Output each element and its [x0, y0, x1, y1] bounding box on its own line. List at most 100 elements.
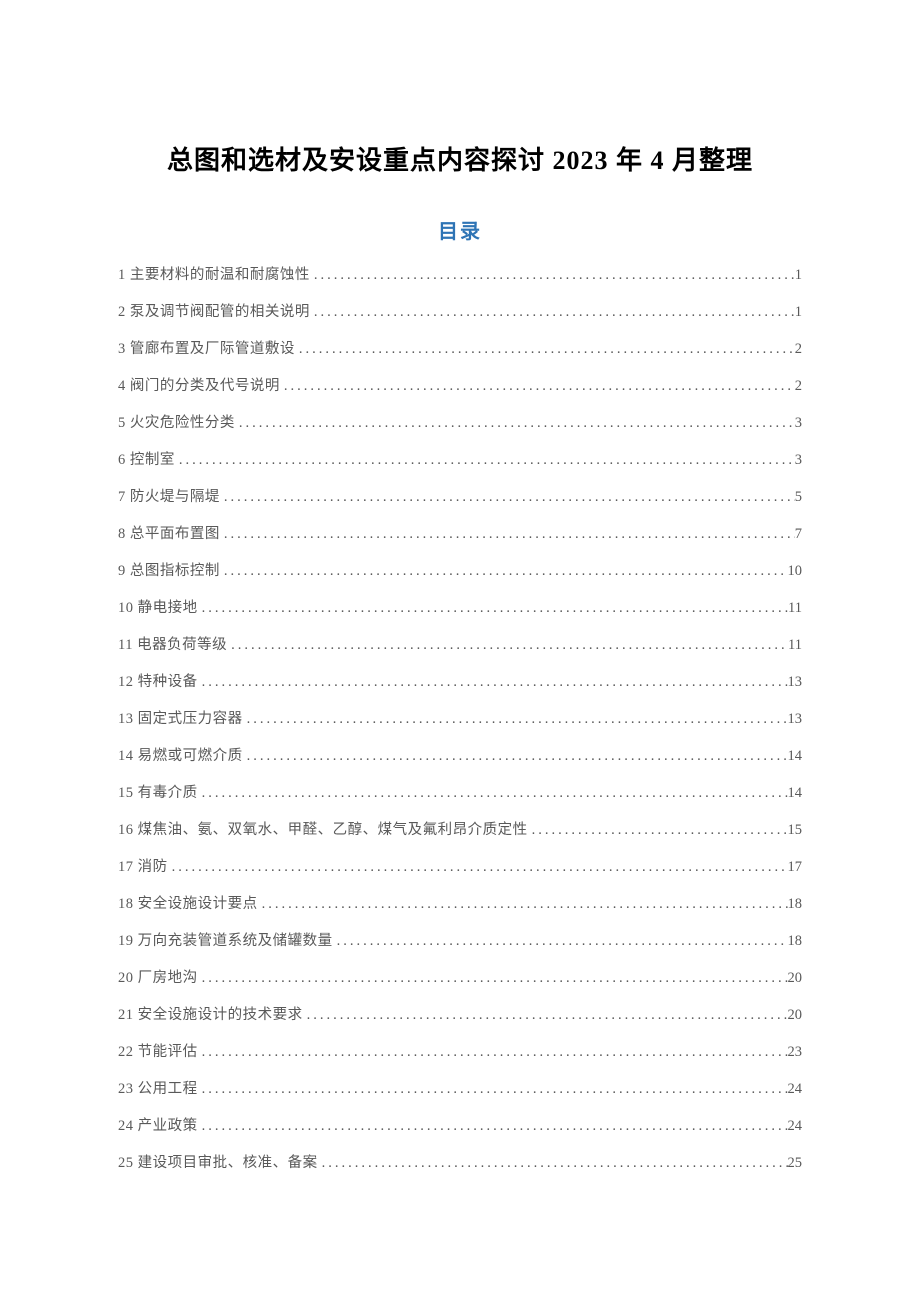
toc-row: 18 安全设施设计要点 18 [118, 897, 802, 934]
toc-row: 2 泵及调节阀配管的相关说明 1 [118, 305, 802, 342]
toc-row: 6 控制室 3 [118, 453, 802, 490]
toc-leader-dots [280, 379, 795, 394]
toc-leader-dots [235, 416, 795, 431]
toc-entry-label: 11 电器负荷等级 [118, 638, 227, 653]
document-page: 总图和选材及安设重点内容探讨 2023 年 4 月整理 目录 1 主要材料的耐温… [0, 0, 920, 1193]
toc-leader-dots [310, 305, 795, 320]
toc-page-number: 18 [788, 897, 803, 912]
toc-entry-label: 22 节能评估 [118, 1045, 198, 1060]
toc-page-number: 2 [795, 342, 802, 357]
toc-row: 17 消防 17 [118, 860, 802, 897]
toc-leader-dots [220, 527, 795, 542]
toc-row: 24 产业政策 24 [118, 1119, 802, 1156]
toc-row: 13 固定式压力容器 13 [118, 712, 802, 749]
toc-leader-dots [220, 490, 795, 505]
toc-leader-dots [198, 1045, 788, 1060]
toc-row: 15 有毒介质 14 [118, 786, 802, 823]
toc-entry-label: 6 控制室 [118, 453, 175, 468]
toc-row: 23 公用工程 24 [118, 1082, 802, 1119]
toc-page-number: 20 [788, 1008, 803, 1023]
page-title: 总图和选材及安设重点内容探讨 2023 年 4 月整理 [118, 140, 802, 177]
toc-page-number: 14 [788, 749, 803, 764]
toc-page-number: 1 [795, 268, 802, 283]
toc-entry-label: 19 万向充装管道系统及储罐数量 [118, 934, 333, 949]
toc-entry-label: 17 消防 [118, 860, 168, 875]
toc-leader-dots [528, 823, 788, 838]
toc-entry-label: 12 特种设备 [118, 675, 198, 690]
toc-entry-label: 20 厂房地沟 [118, 971, 198, 986]
toc-leader-dots [318, 1156, 788, 1171]
toc-leader-dots [198, 1119, 788, 1134]
toc-row: 11 电器负荷等级 11 [118, 638, 802, 675]
toc-page-number: 17 [788, 860, 803, 875]
toc-leader-dots [198, 786, 788, 801]
toc-leader-dots [243, 712, 788, 727]
toc-entry-label: 2 泵及调节阀配管的相关说明 [118, 305, 310, 320]
toc-leader-dots [198, 971, 788, 986]
toc-row: 21 安全设施设计的技术要求 20 [118, 1008, 802, 1045]
toc-row: 16 煤焦油、氨、双氧水、甲醛、乙醇、煤气及氟利昂介质定性 15 [118, 823, 802, 860]
toc-page-number: 13 [788, 712, 803, 727]
toc-leader-dots [243, 749, 788, 764]
toc-page-number: 1 [795, 305, 802, 320]
toc-row: 20 厂房地沟 20 [118, 971, 802, 1008]
toc-leader-dots [175, 453, 795, 468]
toc-row: 3 管廊布置及厂际管道敷设 2 [118, 342, 802, 379]
toc-entry-label: 13 固定式压力容器 [118, 712, 243, 727]
toc-page-number: 10 [788, 564, 803, 579]
toc-list: 1 主要材料的耐温和耐腐蚀性 1 2 泵及调节阀配管的相关说明 1 3 管廊布置及厂际管… [118, 268, 802, 1193]
toc-page-number: 15 [788, 823, 803, 838]
toc-entry-label: 14 易燃或可燃介质 [118, 749, 243, 764]
toc-page-number: 5 [795, 490, 802, 505]
toc-row: 7 防火堤与隔堤 5 [118, 490, 802, 527]
toc-row: 14 易燃或可燃介质 14 [118, 749, 802, 786]
toc-page-number: 14 [788, 786, 803, 801]
toc-entry-label: 10 静电接地 [118, 601, 198, 616]
toc-row: 8 总平面布置图 7 [118, 527, 802, 564]
toc-leader-dots [333, 934, 788, 949]
toc-entry-label: 5 火灾危险性分类 [118, 416, 235, 431]
toc-row: 25 建设项目审批、核准、备案 25 [118, 1156, 802, 1193]
toc-row: 9 总图指标控制 10 [118, 564, 802, 601]
toc-leader-dots [198, 675, 788, 690]
toc-page-number: 18 [788, 934, 803, 949]
toc-entry-label: 3 管廊布置及厂际管道敷设 [118, 342, 295, 357]
toc-page-number: 2 [795, 379, 802, 394]
toc-page-number: 13 [788, 675, 803, 690]
toc-row: 12 特种设备 13 [118, 675, 802, 712]
toc-leader-dots [227, 638, 788, 653]
toc-entry-label: 9 总图指标控制 [118, 564, 220, 579]
toc-page-number: 23 [788, 1045, 803, 1060]
toc-leader-dots [198, 1082, 788, 1097]
toc-entry-label: 23 公用工程 [118, 1082, 198, 1097]
toc-page-number: 3 [795, 453, 802, 468]
toc-row: 22 节能评估 23 [118, 1045, 802, 1082]
toc-entry-label: 1 主要材料的耐温和耐腐蚀性 [118, 268, 310, 283]
toc-heading: 目录 [118, 215, 802, 244]
toc-entry-label: 18 安全设施设计要点 [118, 897, 258, 912]
toc-page-number: 20 [788, 971, 803, 986]
toc-page-number: 24 [788, 1082, 803, 1097]
toc-leader-dots [295, 342, 795, 357]
toc-page-number: 24 [788, 1119, 803, 1134]
toc-entry-label: 15 有毒介质 [118, 786, 198, 801]
toc-entry-label: 4 阀门的分类及代号说明 [118, 379, 280, 394]
toc-page-number: 7 [795, 527, 802, 542]
toc-entry-label: 8 总平面布置图 [118, 527, 220, 542]
toc-page-number: 11 [788, 638, 802, 653]
toc-page-number: 11 [788, 601, 802, 616]
toc-leader-dots [258, 897, 788, 912]
toc-entry-label: 21 安全设施设计的技术要求 [118, 1008, 303, 1023]
toc-leader-dots [168, 860, 788, 875]
toc-entry-label: 7 防火堤与隔堤 [118, 490, 220, 505]
toc-leader-dots [310, 268, 795, 283]
toc-row: 5 火灾危险性分类 3 [118, 416, 802, 453]
toc-row: 1 主要材料的耐温和耐腐蚀性 1 [118, 268, 802, 305]
toc-entry-label: 25 建设项目审批、核准、备案 [118, 1156, 318, 1171]
toc-row: 19 万向充装管道系统及储罐数量 18 [118, 934, 802, 971]
toc-entry-label: 24 产业政策 [118, 1119, 198, 1134]
toc-page-number: 3 [795, 416, 802, 431]
toc-row: 10 静电接地 11 [118, 601, 802, 638]
toc-page-number: 25 [788, 1156, 803, 1171]
toc-entry-label: 16 煤焦油、氨、双氧水、甲醛、乙醇、煤气及氟利昂介质定性 [118, 823, 528, 838]
